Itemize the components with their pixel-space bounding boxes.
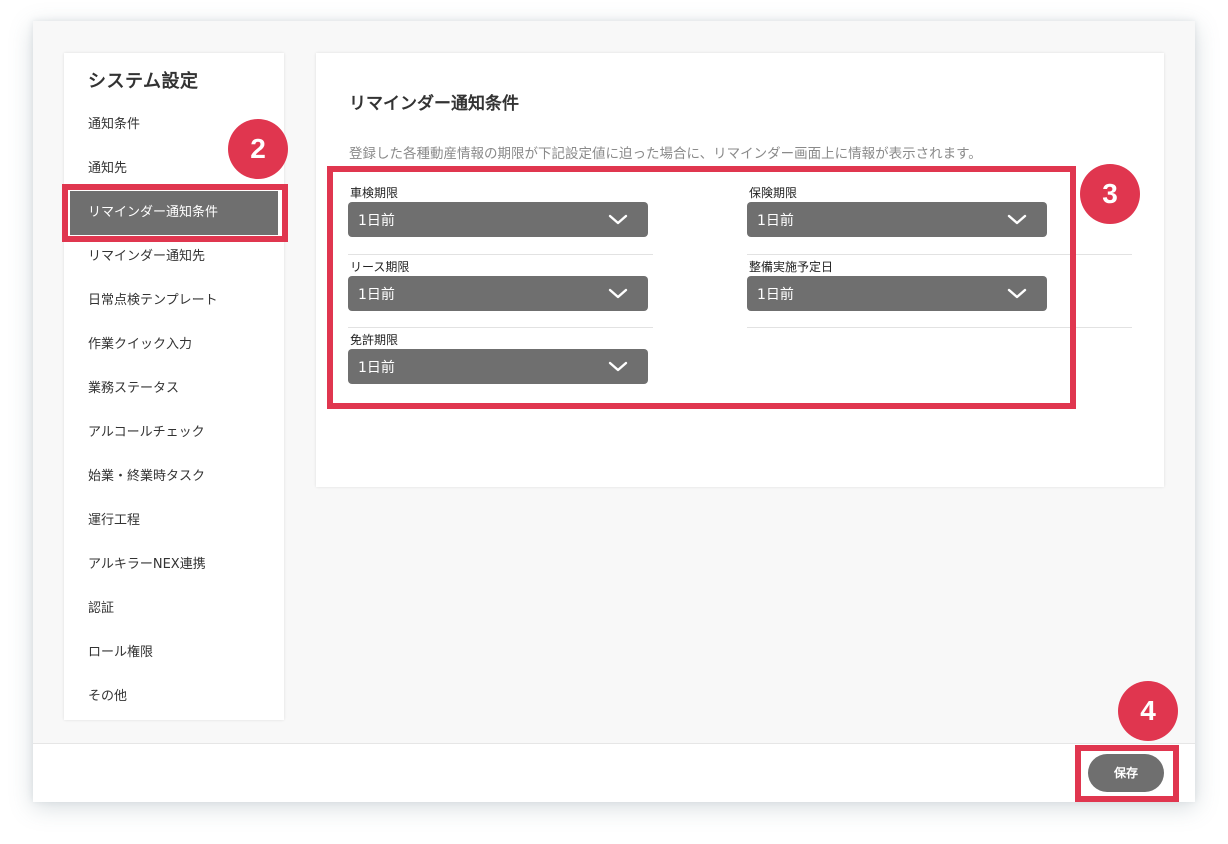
sidebar-item-alkiller-nex[interactable]: アルキラーNEX連携 <box>64 543 284 587</box>
highlight-box-save <box>1075 745 1179 802</box>
sidebar-title: システム設定 <box>88 71 199 92</box>
sidebar-item-work-status[interactable]: 業務ステータス <box>64 367 284 411</box>
sidebar-item-role-permissions[interactable]: ロール権限 <box>64 631 284 675</box>
step-badge-4: 4 <box>1118 681 1178 741</box>
footer-bar <box>33 743 1195 802</box>
sidebar-item-authentication[interactable]: 認証 <box>64 587 284 631</box>
step-badge-3: 3 <box>1080 164 1140 224</box>
page-description: 登録した各種動産情報の期限が下記設定値に迫った場合に、リマインダー画面上に情報が… <box>349 146 982 162</box>
sidebar-item-daily-inspection-template[interactable]: 日常点検テンプレート <box>64 279 284 323</box>
page-title: リマインダー通知条件 <box>349 94 519 114</box>
sidebar-item-other[interactable]: その他 <box>64 675 284 719</box>
step-badge-2: 2 <box>228 119 288 179</box>
sidebar-item-operation-process[interactable]: 運行工程 <box>64 499 284 543</box>
sidebar-item-alcohol-check[interactable]: アルコールチェック <box>64 411 284 455</box>
sidebar-item-start-end-tasks[interactable]: 始業・終業時タスク <box>64 455 284 499</box>
sidebar-item-quick-work-input[interactable]: 作業クイック入力 <box>64 323 284 367</box>
highlight-box-sidebar <box>62 184 288 242</box>
highlight-box-fields <box>327 166 1076 409</box>
